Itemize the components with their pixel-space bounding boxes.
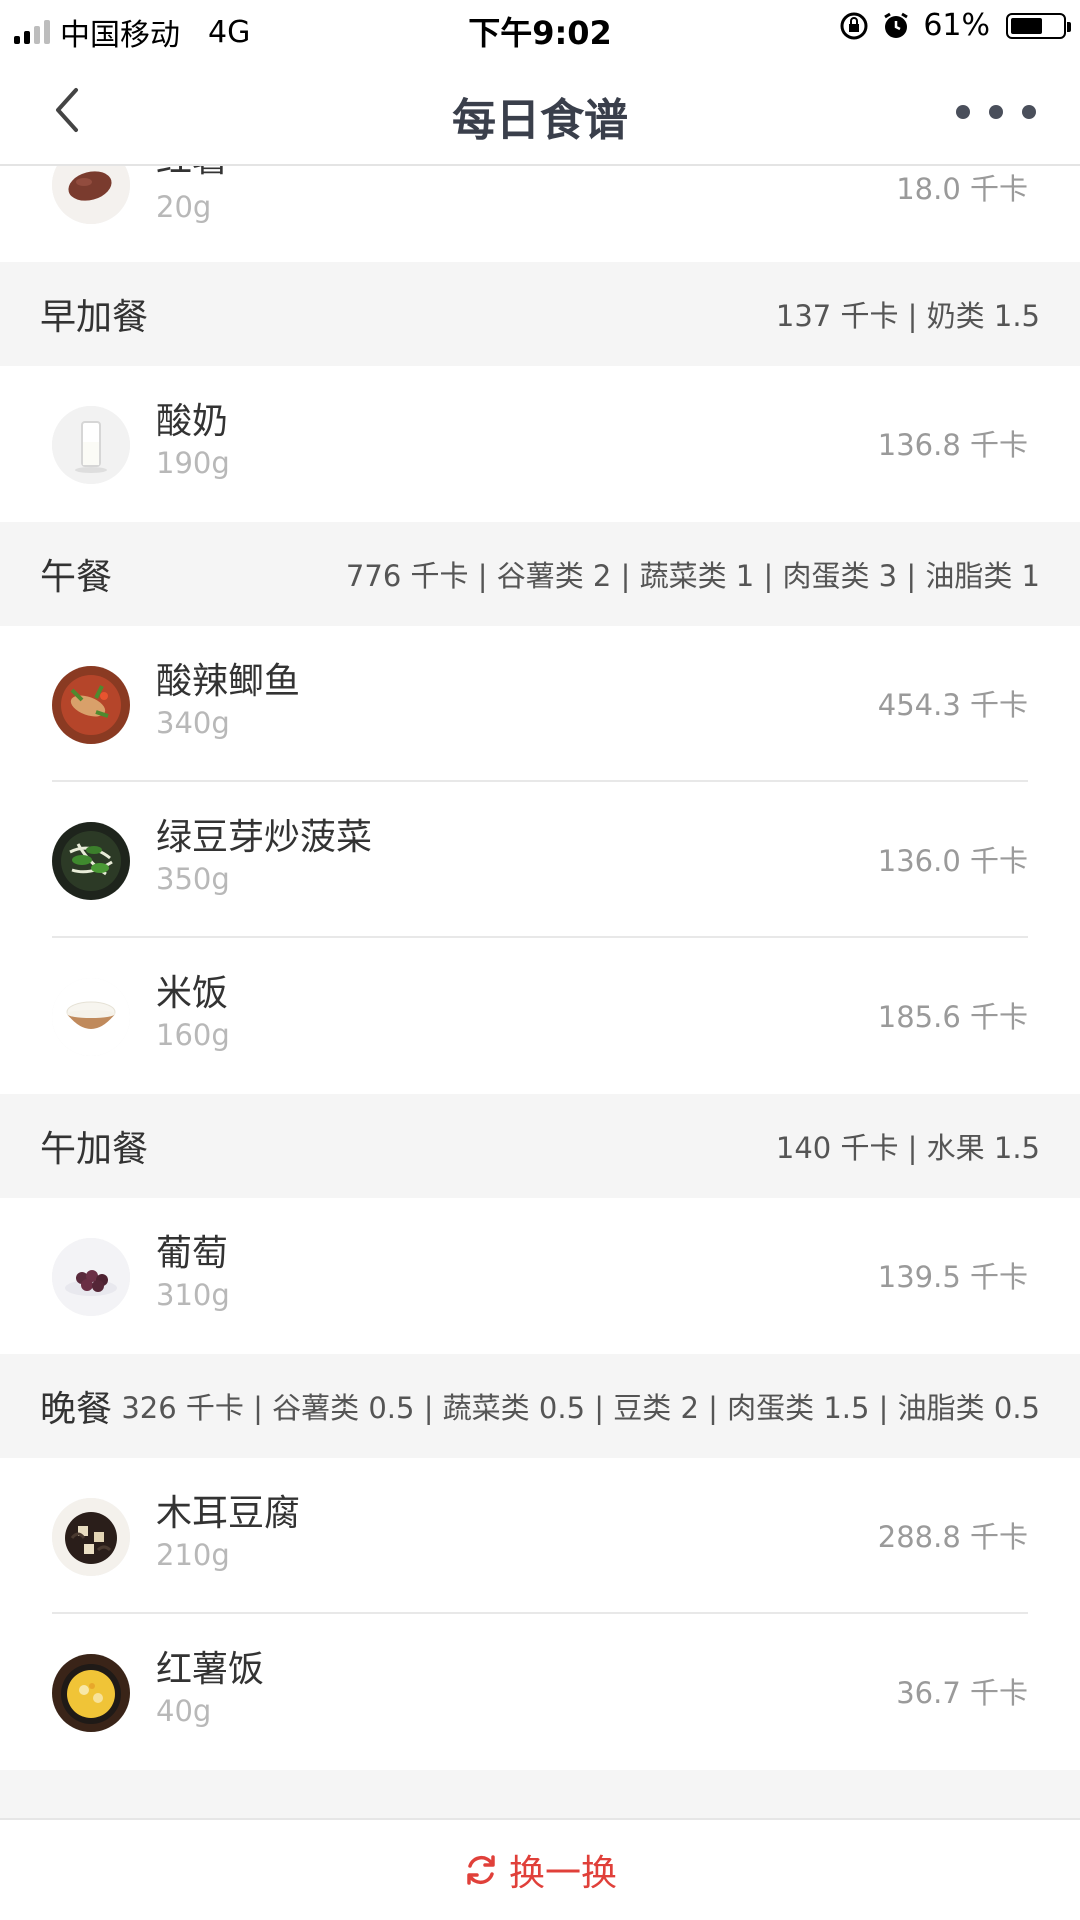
food-name: 酸奶 bbox=[156, 401, 229, 442]
more-icon[interactable] bbox=[956, 92, 1036, 132]
refresh-button[interactable]: 换一换 bbox=[463, 1844, 617, 1896]
food-calories: 454.3 千卡 bbox=[877, 688, 1028, 722]
alarm-icon bbox=[884, 12, 909, 38]
section-name: 午餐 bbox=[40, 557, 113, 598]
section-name: 晚餐 bbox=[40, 1389, 113, 1430]
food-name: 酸辣鲫鱼 bbox=[156, 661, 301, 702]
rice-image bbox=[52, 978, 130, 1056]
spicy-fish-image bbox=[52, 666, 130, 744]
food-weight: 340g bbox=[156, 706, 230, 740]
fungus-tofu-image bbox=[52, 1498, 130, 1576]
food-name: 红薯饭 bbox=[156, 1649, 265, 1690]
grape-image bbox=[52, 1238, 130, 1316]
food-calories: 139.5 千卡 bbox=[877, 1260, 1028, 1294]
nav-bar: 每日食谱 bbox=[0, 56, 1080, 166]
list-item[interactable]: 绿豆芽炒菠菜 350g 136.0 千卡 bbox=[0, 782, 1080, 938]
food-calories: 136.8 千卡 bbox=[877, 428, 1028, 462]
food-weight: 190g bbox=[156, 446, 230, 480]
food-weight: 160g bbox=[156, 1018, 230, 1052]
status-bar: 中国移动 4G 下午9:02 61% bbox=[0, 0, 1080, 56]
food-name: 米饭 bbox=[156, 973, 229, 1014]
bottom-bar: 换一换 bbox=[0, 1818, 1080, 1920]
food-name: 红薯 bbox=[156, 166, 228, 182]
refresh-icon bbox=[467, 1855, 495, 1885]
list-item[interactable]: 红薯饭 40g 36.7 千卡 bbox=[0, 1614, 1080, 1770]
list-item[interactable]: 红薯 20g 18.0 千卡 bbox=[0, 166, 1080, 262]
food-weight: 310g bbox=[156, 1278, 230, 1312]
food-calories: 36.7 千卡 bbox=[896, 1676, 1028, 1710]
list-item[interactable]: 酸奶 190g 136.8 千卡 bbox=[0, 366, 1080, 522]
food-calories: 185.6 千卡 bbox=[877, 1000, 1028, 1034]
section-header-lunch: 午餐 776 千卡 | 谷薯类 2 | 蔬菜类 1 | 肉蛋类 3 | 油脂类 … bbox=[0, 522, 1080, 626]
section-name: 早加餐 bbox=[40, 297, 149, 338]
yogurt-image bbox=[52, 406, 130, 484]
status-right: 61% bbox=[839, 8, 1071, 43]
section-name: 午加餐 bbox=[40, 1129, 149, 1170]
list-bottom-spacer bbox=[0, 1770, 1080, 1818]
battery-percent: 61% bbox=[923, 8, 990, 43]
section-summary: 140 千卡 | 水果 1.5 bbox=[775, 1131, 1040, 1165]
section-summary: 326 千卡 | 谷薯类 0.5 | 蔬菜类 0.5 | 豆类 2 | 肉蛋类 … bbox=[121, 1391, 1040, 1425]
list-item[interactable]: 木耳豆腐 210g 288.8 千卡 bbox=[0, 1458, 1080, 1614]
list-item[interactable]: 米饭 160g 185.6 千卡 bbox=[0, 938, 1080, 1094]
food-weight: 350g bbox=[156, 862, 230, 896]
food-name: 木耳豆腐 bbox=[156, 1493, 301, 1534]
food-calories: 18.0 千卡 bbox=[896, 172, 1028, 206]
sweet-potato-rice-image bbox=[52, 1654, 130, 1732]
section-header-morning-snack: 早加餐 137 千卡 | 奶类 1.5 bbox=[0, 262, 1080, 366]
recipe-list[interactable]: 红薯 20g 18.0 千卡 早加餐 137 千卡 | 奶类 1.5 酸奶 19… bbox=[0, 166, 1080, 1818]
battery-icon bbox=[1006, 12, 1071, 39]
food-calories: 136.0 千卡 bbox=[877, 844, 1028, 878]
food-name: 绿豆芽炒菠菜 bbox=[156, 817, 373, 858]
section-header-afternoon-snack: 午加餐 140 千卡 | 水果 1.5 bbox=[0, 1094, 1080, 1198]
bean-sprout-spinach-image bbox=[52, 822, 130, 900]
list-item[interactable]: 酸辣鲫鱼 340g 454.3 千卡 bbox=[0, 626, 1080, 782]
food-calories: 288.8 千卡 bbox=[877, 1520, 1028, 1554]
food-weight: 210g bbox=[156, 1538, 230, 1572]
food-weight: 20g bbox=[156, 190, 212, 224]
food-name: 葡萄 bbox=[156, 1233, 229, 1274]
sweet-potato-image bbox=[52, 166, 130, 224]
food-weight: 40g bbox=[156, 1694, 212, 1728]
section-summary: 137 千卡 | 奶类 1.5 bbox=[775, 299, 1040, 333]
section-header-dinner: 晚餐 326 千卡 | 谷薯类 0.5 | 蔬菜类 0.5 | 豆类 2 | 肉… bbox=[0, 1354, 1080, 1458]
page-title: 每日食谱 bbox=[452, 95, 628, 146]
orientation-lock-icon bbox=[840, 12, 868, 39]
refresh-label: 换一换 bbox=[508, 1853, 617, 1894]
section-summary: 776 千卡 | 谷薯类 2 | 蔬菜类 1 | 肉蛋类 3 | 油脂类 1 bbox=[345, 559, 1040, 593]
list-item[interactable]: 葡萄 310g 139.5 千卡 bbox=[0, 1198, 1080, 1354]
